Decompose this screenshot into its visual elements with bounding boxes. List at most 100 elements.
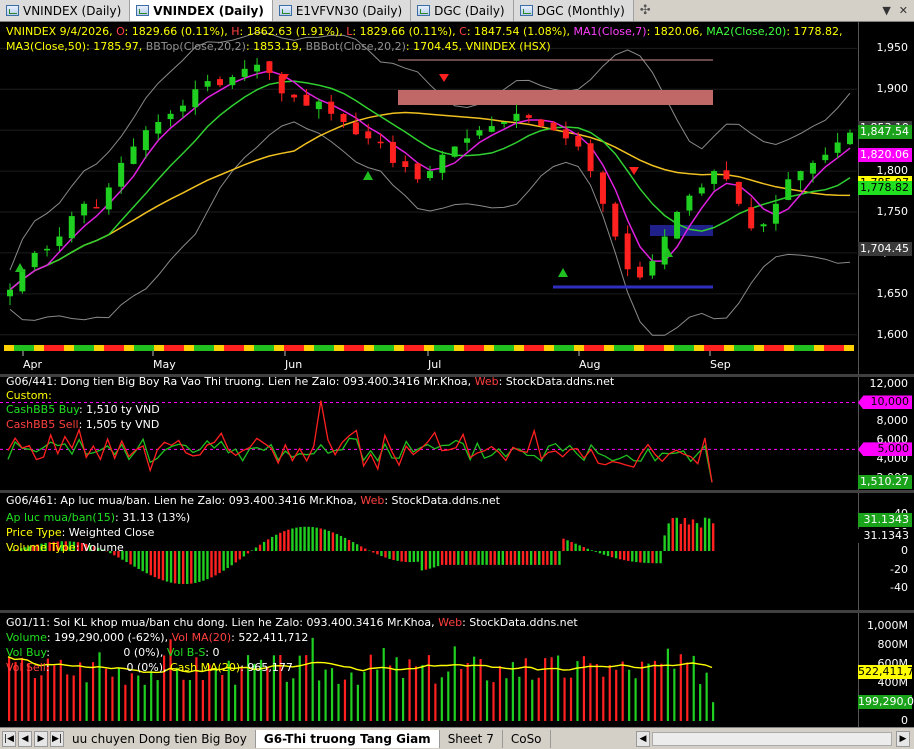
price-type-row: Price Type: Weighted Close [6,525,154,541]
cashflow-chart[interactable] [0,377,914,490]
pressure-pane[interactable]: G06/461: Ap luc mua/ban. Lien he Zalo: 0… [0,493,914,610]
price-chart-pane[interactable]: Apr May Jun Jul Aug Sep VNINDEX 9/4/2026, O: … [0,22,914,374]
pressure-bar [707,518,711,551]
pressure-bar [384,551,387,558]
scroll-right-button[interactable]: ▶ [896,730,910,747]
candle-body [501,122,508,124]
y-axis[interactable] [858,22,914,374]
candle-body [142,130,149,151]
pressure-bar [627,551,630,561]
pressure-bar [465,551,468,565]
trend-strip-cell [734,345,744,351]
value-badge: 522,411,7 [858,664,914,679]
pressure-bar [679,523,683,551]
volume-pane[interactable]: G01/11: Soi KL khop mua/ban chu dong. Li… [0,613,914,727]
pressure-bar [360,546,363,551]
candle-body [760,224,767,227]
tab-options-icon[interactable]: ✣ [634,0,657,21]
pressure-bar [275,534,278,551]
pressure-bar [687,524,691,551]
trend-strip-cell [334,345,344,351]
candle-body [575,135,582,147]
value-badge: 1,704.45 [858,242,912,257]
chart-tab-bar: VNINDEX (Daily) VNINDEX (Daily) E1VFVN30… [0,0,914,22]
cash-sell-value: : 1,505 ty VND [78,418,160,431]
pressure-bar [667,523,670,551]
volume-bar [130,673,133,721]
pressure-bar [202,551,205,581]
tab-e1vfvn30-daily[interactable]: E1VFVN30 (Daily) [272,0,412,21]
info-text-part: : 1785.97, [86,40,146,53]
candle-body [93,206,100,209]
candle-body [105,187,112,210]
volume-bar [324,669,327,721]
resistance-zone [398,90,713,105]
volume-bar [111,676,114,721]
info-text-part: : 1820.06, [646,25,707,38]
pressure-bar [525,551,529,565]
volume-bar [537,677,540,721]
trend-strip-cell [134,345,144,351]
scroll-left-button[interactable]: ◀ [636,730,650,747]
prev-sheet-button[interactable]: ◀ [18,730,32,747]
pressure-bar [319,528,322,551]
tab-vnindex-daily-2[interactable]: VNINDEX (Daily) [130,0,273,21]
last-sheet-button[interactable]: ▶| [50,730,64,747]
tab-dgc-daily[interactable]: DGC (Daily) [411,0,514,21]
trend-strip-cell [24,345,34,351]
volume-bar [673,668,676,721]
chart-icon [519,5,533,16]
volume-bar [556,655,560,721]
value-badge: 1,847.54 [858,125,912,140]
trend-strip-cell [384,345,394,351]
trend-strip-cell [584,345,594,351]
pressure-bar [558,551,561,565]
price-chart[interactable]: Apr May Jun Jul Aug Sep [0,22,914,374]
volume-bar [485,680,489,721]
trend-strip-cell [244,345,254,351]
info-text-part: : 1847.54 (1.08%), [466,25,574,38]
trend-strip-cell [824,345,834,351]
pressure-bar [161,551,165,581]
close-icon[interactable]: ✕ [899,4,908,17]
trend-strip-cell [14,345,24,351]
sheet-tab-big-boy[interactable]: uu chuyen Dong tien Big Boy [64,729,256,748]
pressure-bar [485,551,488,565]
trend-strip-cell [144,345,154,351]
info-text-part: H [231,25,240,38]
tab-list-dropdown-icon[interactable]: ▼ [882,4,890,17]
trend-strip-cell [164,345,174,351]
pressure-bar [631,551,634,562]
volume-bar [311,637,314,721]
volume-bar [350,672,353,721]
tab-dgc-monthly[interactable]: DGC (Monthly) [513,0,634,21]
trend-strip-cell [834,345,844,351]
sheet-tab-thi-truong[interactable]: G6-Thi truong Tang Giam [255,729,440,748]
first-sheet-button[interactable]: |◀ [2,730,16,747]
tab-label: VNINDEX (Daily) [153,3,264,18]
sheet-tab-coso[interactable]: CoSo [503,729,551,748]
trend-strip-cell [394,345,404,351]
sheet-tab-sheet7[interactable]: Sheet 7 [440,729,503,748]
candle-body [427,171,433,179]
cashflow-pane[interactable]: G06/441: Dong tien Big Boy Ra Vao Thi tr… [0,375,914,490]
tab-vnindex-daily-1[interactable]: VNINDEX (Daily) [0,0,131,21]
y-tick-label: 1,900 [876,82,909,96]
scroll-track[interactable] [652,731,892,746]
trend-strip-cell [544,345,554,351]
candle-body [785,179,792,200]
info-text-part: MA2(Close,20) [706,25,787,38]
candle-body [711,171,718,184]
next-sheet-button[interactable]: ▶ [34,730,48,747]
pressure-bar [291,528,294,551]
horizontal-scrollbar[interactable]: ◀ ▶ [634,730,910,747]
info-text-part: MA1(Close,7) [573,25,647,38]
volume-bar [143,684,146,721]
value-badge: 10,000 [858,395,912,410]
info-text-part: G06/461: Ap luc mua/ban. Lien he Zalo: 0… [6,494,361,507]
info-text-part: : 965,177 [240,661,293,674]
candle-body [254,64,261,72]
pressure-bar [505,551,509,565]
volume-bar [182,679,185,721]
pressure-bar [643,551,646,563]
